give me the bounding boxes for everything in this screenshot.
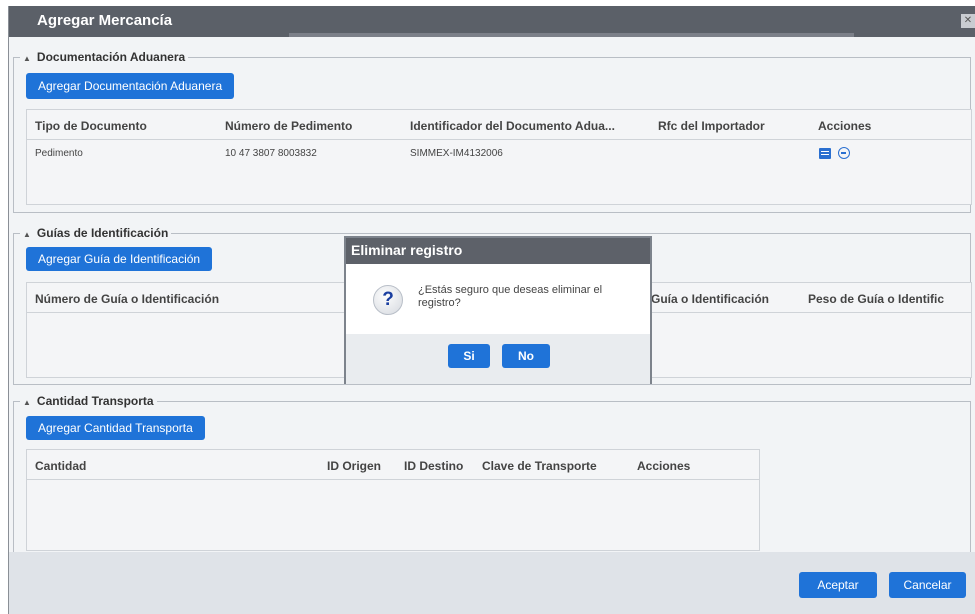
doc-aduanera-grid: Tipo de Documento Número de Pedimento Id…: [26, 109, 972, 205]
accept-button[interactable]: Aceptar: [799, 572, 877, 598]
col-clave-transporte[interactable]: Clave de Transporte: [482, 459, 597, 473]
col-tipo-documento[interactable]: Tipo de Documento: [35, 119, 147, 133]
window-title: Agregar Mercancía: [37, 12, 173, 29]
collapse-triangle-icon[interactable]: ▲: [23, 398, 31, 407]
cantidad-section: ▲ Cantidad Transporta Agregar Cantidad Tr…: [13, 394, 971, 553]
col-guia-identificacion[interactable]: Guía o Identificación: [651, 292, 769, 306]
question-icon: ?: [373, 285, 403, 315]
dialog-message: ¿Estás seguro que deseas eliminar el reg…: [418, 284, 603, 309]
remove-icon[interactable]: [837, 147, 850, 159]
edit-icon[interactable]: [819, 148, 831, 159]
col-peso-guia[interactable]: Peso de Guía o Identific: [808, 292, 944, 306]
col-acciones[interactable]: Acciones: [818, 119, 871, 133]
eliminar-registro-dialog: Eliminar registro ? ¿Estás seguro que de…: [344, 236, 652, 384]
window-titlebar: Agregar Mercancía ✕: [9, 6, 975, 37]
confirm-no-button[interactable]: No: [502, 344, 550, 368]
add-cantidad-button[interactable]: Agregar Cantidad Transporta: [26, 416, 205, 440]
doc-grid-header: Tipo de Documento Número de Pedimento Id…: [27, 110, 971, 140]
collapse-triangle-icon[interactable]: ▲: [23, 54, 31, 63]
window-footer: Aceptar Cancelar: [9, 552, 975, 614]
col-numero-guia[interactable]: Número de Guía o Identificación: [35, 292, 219, 306]
cell-identificador: SIMMEX-IM4132006: [410, 148, 503, 159]
cantidad-grid: Cantidad ID Origen ID Destino Clave de T…: [26, 449, 760, 551]
col-acciones[interactable]: Acciones: [637, 459, 690, 473]
doc-aduanera-legend-label: Documentación Aduanera: [36, 50, 186, 64]
confirm-yes-button[interactable]: Si: [448, 344, 490, 368]
guias-legend[interactable]: ▲ Guías de Identificación: [20, 226, 172, 240]
col-cantidad[interactable]: Cantidad: [35, 459, 86, 473]
dialog-titlebar: Eliminar registro: [346, 238, 650, 264]
cell-numero: 10 47 3807 8003832: [225, 148, 317, 159]
cell-tipo: Pedimento: [35, 148, 83, 159]
close-icon[interactable]: ✕: [961, 14, 975, 28]
cantidad-legend[interactable]: ▲ Cantidad Transporta: [20, 394, 157, 408]
dialog-title: Eliminar registro: [351, 242, 463, 258]
col-id-origen[interactable]: ID Origen: [327, 459, 381, 473]
cantidad-legend-label: Cantidad Transporta: [36, 394, 154, 408]
cancel-button[interactable]: Cancelar: [889, 572, 966, 598]
cell-acciones: [819, 147, 850, 162]
col-rfc-importador[interactable]: Rfc del Importador: [658, 119, 765, 133]
col-numero-pedimento[interactable]: Número de Pedimento: [225, 119, 352, 133]
col-identificador[interactable]: Identificador del Documento Adua...: [410, 119, 615, 133]
add-guia-button[interactable]: Agregar Guía de Identificación: [26, 247, 213, 271]
collapse-triangle-icon[interactable]: ▲: [23, 230, 31, 239]
dialog-footer: Si No: [346, 334, 650, 384]
cantidad-grid-header: Cantidad ID Origen ID Destino Clave de T…: [27, 450, 759, 480]
col-id-destino[interactable]: ID Destino: [404, 459, 463, 473]
guias-legend-label: Guías de Identificación: [36, 226, 169, 240]
add-doc-aduanera-button[interactable]: Agregar Documentación Aduanera: [26, 73, 235, 99]
doc-aduanera-section: ▲ Documentación Aduanera Agregar Document…: [13, 50, 972, 213]
doc-aduanera-legend[interactable]: ▲ Documentación Aduanera: [20, 50, 189, 64]
